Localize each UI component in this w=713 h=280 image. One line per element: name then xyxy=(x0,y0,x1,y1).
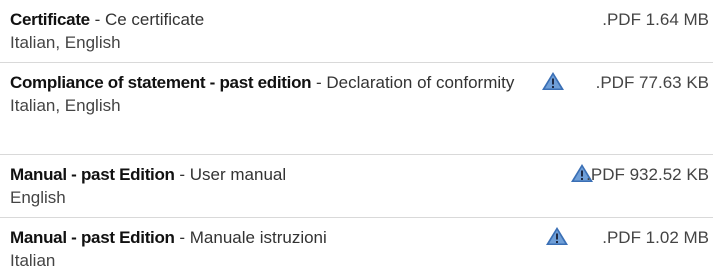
document-row: Compliance of statement - past edition -… xyxy=(0,63,713,155)
document-separator: - xyxy=(174,228,190,247)
document-title-link[interactable]: Compliance of statement - past edition xyxy=(10,73,312,92)
document-text: Certificate - Ce certificate Italian, En… xyxy=(10,8,540,54)
document-description: Ce certificate xyxy=(104,10,205,29)
document-list: Certificate - Ce certificate Italian, En… xyxy=(0,0,713,280)
document-languages: Italian, English xyxy=(10,96,121,115)
document-languages: Italian xyxy=(10,251,56,270)
file-download-link[interactable]: .PDF 1.02 MB xyxy=(602,226,709,249)
document-separator: - xyxy=(311,73,327,92)
document-title-link[interactable]: Manual - past Edition xyxy=(10,228,175,247)
document-languages: English xyxy=(10,188,66,207)
document-text: Manual - past Edition - User manual Engl… xyxy=(10,163,540,209)
document-row: Manual - past Edition - User manual Engl… xyxy=(0,155,713,218)
warning-triangle-icon[interactable] xyxy=(541,71,565,91)
document-text: Compliance of statement - past edition -… xyxy=(10,71,540,117)
file-download-link[interactable]: .PDF 77.63 KB xyxy=(596,71,709,94)
document-title-link[interactable]: Certificate xyxy=(10,10,90,29)
document-text: Manual - past Edition - Manuale istruzio… xyxy=(10,226,540,272)
file-download-link[interactable]: .PDF 932.52 KB xyxy=(586,163,709,186)
document-languages: Italian, English xyxy=(10,33,121,52)
document-title-link[interactable]: Manual - past Edition xyxy=(10,165,175,184)
document-description: User manual xyxy=(189,165,287,184)
file-download-link[interactable]: .PDF 1.64 MB xyxy=(602,8,709,31)
document-separator: - xyxy=(174,165,190,184)
warning-triangle-icon[interactable] xyxy=(545,226,569,246)
document-row: Certificate - Ce certificate Italian, En… xyxy=(0,0,713,63)
document-row: Manual - past Edition - Manuale istruzio… xyxy=(0,218,713,280)
document-separator: - xyxy=(89,10,105,29)
document-description: Declaration of conformity xyxy=(326,73,515,92)
document-description: Manuale istruzioni xyxy=(189,228,327,247)
